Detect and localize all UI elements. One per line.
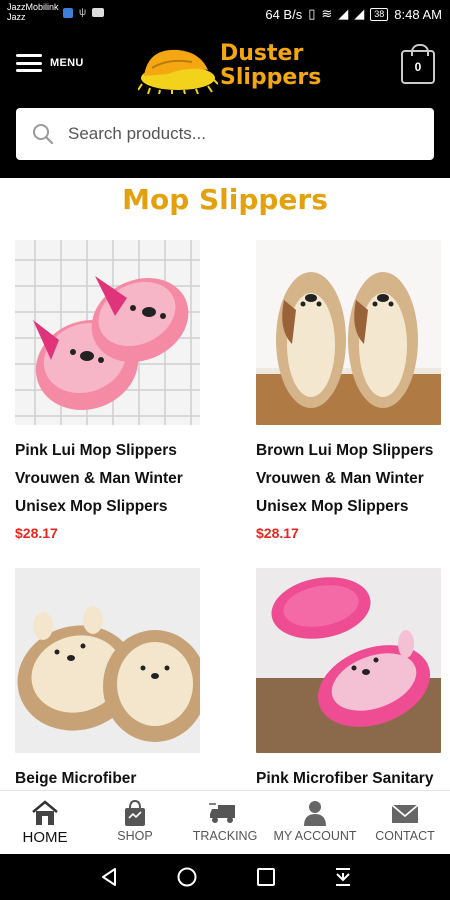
pink-bunny-mop-slippers-image (15, 240, 200, 425)
menu-label: MENU (50, 57, 84, 69)
nav-my-account[interactable]: MY ACCOUNT (270, 791, 360, 854)
search-input[interactable] (68, 108, 418, 160)
usb-icon: ψ (79, 7, 87, 18)
product-image[interactable] (15, 568, 200, 753)
home-icon (32, 800, 58, 825)
signal-icon-2: ◢ (354, 6, 365, 21)
battery-icon: 38 (370, 7, 389, 21)
product-card[interactable]: Pink Lui Mop Slippers Vrouwen & Man Wint… (15, 240, 200, 541)
brown-dog-mop-slippers-image (256, 240, 441, 425)
vibrate-icon: ▯ (308, 6, 316, 21)
circle-home-icon[interactable] (176, 866, 198, 888)
logo[interactable]: Duster Slippers (138, 40, 328, 94)
beige-bear-mop-slippers-image (15, 568, 200, 753)
shopping-bag-icon (125, 799, 145, 826)
signal-icon: ◢ (338, 6, 349, 21)
product-price: $28.17 (15, 525, 58, 541)
cart-count: 0 (414, 60, 422, 74)
network-speed: 64 B/s (265, 6, 303, 22)
menu-button[interactable]: MENU (16, 54, 84, 72)
product-name[interactable]: Beige Microfiber (15, 765, 200, 790)
product-card[interactable]: Pink Microfiber Sanitary Floor Cleaning (256, 568, 441, 790)
nav-label: SHOP (117, 829, 153, 843)
product-image[interactable] (256, 568, 441, 753)
status-right: 64 B/s ▯ ≋ ◢ ◢ 38 8:48 AM (265, 6, 442, 22)
shield-icon (63, 7, 73, 18)
nav-contact[interactable]: CONTACT (360, 791, 450, 854)
user-icon (304, 801, 326, 826)
nav-label: HOME (22, 829, 68, 846)
search-bar (16, 108, 434, 160)
nav-home[interactable]: HOME (0, 791, 90, 854)
product-image[interactable] (256, 240, 441, 425)
back-icon[interactable] (98, 866, 120, 888)
product-name[interactable]: Brown Lui Mop Slippers Vrouwen & Man Win… (256, 437, 441, 521)
delivery-truck-icon (209, 803, 235, 823)
wifi-icon: ≋ (321, 6, 333, 21)
nav-shop[interactable]: SHOP (90, 791, 180, 854)
system-nav-bar (0, 854, 450, 900)
product-card[interactable]: Beige Microfiber (15, 568, 200, 790)
clock: 8:48 AM (394, 6, 442, 22)
bottom-nav: HOME SHOP TRACKING MY ACCOUNT CONTACT (0, 790, 450, 854)
app-header: MENU Duster Slippers 0 (0, 28, 450, 178)
hamburger-icon (16, 54, 42, 72)
product-name[interactable]: Pink Lui Mop Slippers Vrouwen & Man Wint… (15, 437, 200, 521)
square-recents-icon[interactable] (255, 866, 277, 888)
search-icon (33, 124, 54, 145)
notification-icons: ψ (63, 7, 105, 18)
pink-microfiber-mop-slipper-image (256, 568, 441, 753)
product-list: Mop Slippers Pink Lui Mop Slippers Vrouw… (0, 178, 450, 790)
product-card[interactable]: Brown Lui Mop Slippers Vrouwen & Man Win… (256, 240, 441, 541)
product-name[interactable]: Pink Microfiber Sanitary Floor Cleaning (256, 765, 441, 790)
cart-button[interactable]: 0 (401, 44, 435, 84)
nav-label: CONTACT (375, 829, 435, 843)
notification-pull-icon[interactable] (332, 866, 354, 888)
product-image[interactable] (15, 240, 200, 425)
slipper-logo-icon (138, 49, 218, 94)
page-title: Mop Slippers (122, 183, 328, 216)
youtube-icon (92, 8, 105, 17)
product-price: $28.17 (256, 525, 299, 541)
nav-label: MY ACCOUNT (273, 829, 357, 843)
envelope-icon (391, 804, 419, 823)
logo-text: Duster Slippers (220, 41, 322, 90)
nav-tracking[interactable]: TRACKING (180, 791, 270, 854)
status-bar: JazzMobilink Jazz ψ 64 B/s ▯ ≋ ◢ ◢ 38 8:… (0, 0, 450, 28)
nav-label: TRACKING (192, 829, 258, 843)
carrier-label: JazzMobilink Jazz (7, 2, 59, 22)
